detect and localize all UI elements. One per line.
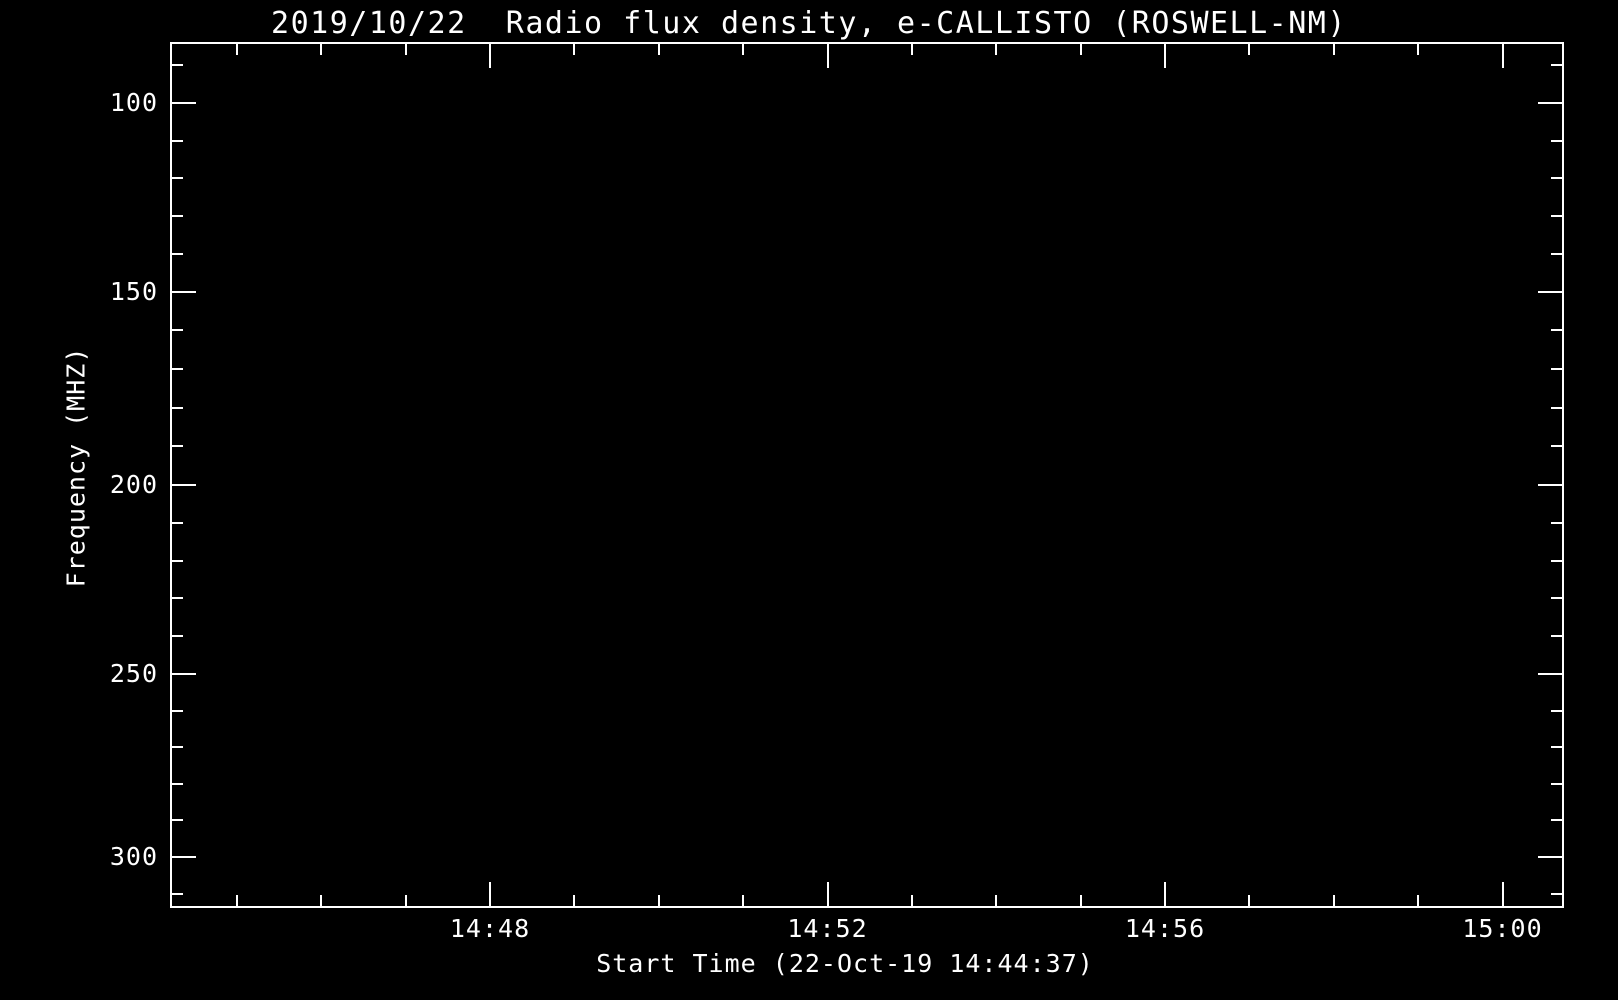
tick-mark	[1551, 367, 1564, 370]
tick-mark	[489, 882, 491, 908]
tick-mark	[1551, 177, 1564, 180]
tick-mark	[170, 102, 196, 104]
tick-mark	[170, 635, 183, 638]
tick-mark	[1538, 102, 1564, 104]
y-tick-label: 200	[109, 470, 158, 499]
tick-mark	[170, 559, 183, 562]
tick-mark	[235, 895, 238, 908]
tick-mark	[170, 406, 183, 409]
tick-mark	[1538, 290, 1564, 293]
tick-mark	[170, 252, 183, 255]
tick-mark	[170, 290, 196, 293]
tick-mark	[826, 42, 829, 68]
tick-mark	[170, 597, 183, 600]
tick-mark	[404, 42, 407, 55]
y-tick-label: 250	[109, 659, 158, 688]
tick-mark	[404, 895, 407, 908]
tick-mark	[826, 882, 829, 908]
tick-mark	[170, 856, 196, 858]
tick-mark	[1332, 42, 1335, 55]
tick-mark	[170, 892, 183, 895]
tick-mark	[1538, 673, 1564, 675]
y-axis-label: Frequency (MHZ)	[61, 346, 91, 588]
tick-mark	[170, 329, 183, 332]
tick-mark	[1551, 329, 1564, 332]
y-tick-label: 150	[109, 276, 158, 306]
tick-mark	[1248, 895, 1251, 908]
chart-title: 2019/10/22 Radio flux density, e-CALLIST…	[271, 6, 1347, 41]
tick-mark	[1551, 819, 1564, 822]
x-axis-label: Start Time (22-Oct-19 14:44:37)	[596, 949, 1094, 978]
tick-mark	[170, 746, 183, 749]
tick-mark	[1551, 709, 1564, 712]
tick-mark	[657, 895, 660, 908]
tick-mark	[995, 895, 998, 908]
tick-mark	[1551, 139, 1564, 142]
x-tick-label: 14:52	[787, 914, 868, 943]
tick-mark	[170, 177, 183, 180]
tick-mark	[489, 42, 491, 68]
tick-mark	[170, 819, 183, 822]
tick-mark	[1551, 892, 1564, 895]
tick-mark	[170, 139, 183, 142]
tick-mark	[1551, 445, 1564, 448]
tick-mark	[742, 42, 745, 55]
tick-mark	[1551, 782, 1564, 785]
tick-mark	[1248, 42, 1251, 55]
tick-mark	[995, 42, 998, 55]
tick-mark	[170, 215, 183, 218]
tick-mark	[573, 42, 576, 55]
tick-mark	[1538, 484, 1564, 486]
tick-mark	[1551, 597, 1564, 600]
tick-mark	[170, 64, 183, 67]
tick-mark	[1501, 42, 1504, 68]
tick-mark	[1551, 406, 1564, 409]
tick-mark	[170, 521, 183, 524]
tick-mark	[1551, 215, 1564, 218]
tick-mark	[235, 42, 238, 55]
tick-mark	[1164, 42, 1166, 68]
y-tick-label: 100	[109, 88, 158, 117]
tick-mark	[1538, 856, 1564, 858]
tick-mark	[170, 484, 196, 486]
tick-mark	[170, 445, 183, 448]
x-tick-label: 14:56	[1124, 914, 1206, 943]
tick-mark	[170, 673, 196, 675]
tick-mark	[1551, 521, 1564, 524]
x-tick-label: 14:48	[449, 914, 531, 943]
tick-mark	[742, 895, 745, 908]
tick-mark	[1551, 64, 1564, 67]
tick-mark	[657, 42, 660, 55]
tick-mark	[1164, 882, 1166, 908]
tick-mark	[320, 42, 323, 55]
spectrogram-figure: 2019/10/22 Radio flux density, e-CALLIST…	[0, 0, 1618, 1000]
tick-mark	[1079, 42, 1082, 55]
plot-frame	[170, 42, 1564, 908]
tick-mark	[170, 709, 183, 712]
tick-mark	[910, 895, 913, 908]
tick-mark	[1417, 42, 1420, 55]
tick-mark	[1417, 895, 1420, 908]
y-tick-label: 300	[109, 842, 158, 871]
x-tick-label: 15:00	[1462, 914, 1543, 943]
tick-mark	[320, 895, 323, 908]
tick-mark	[1332, 895, 1335, 908]
tick-mark	[170, 367, 183, 370]
tick-mark	[1079, 895, 1082, 908]
tick-mark	[1551, 559, 1564, 562]
tick-mark	[573, 895, 576, 908]
tick-mark	[1551, 746, 1564, 749]
tick-mark	[1551, 252, 1564, 255]
tick-mark	[1551, 635, 1564, 638]
tick-mark	[910, 42, 913, 55]
tick-mark	[170, 782, 183, 785]
tick-mark	[1501, 882, 1504, 908]
